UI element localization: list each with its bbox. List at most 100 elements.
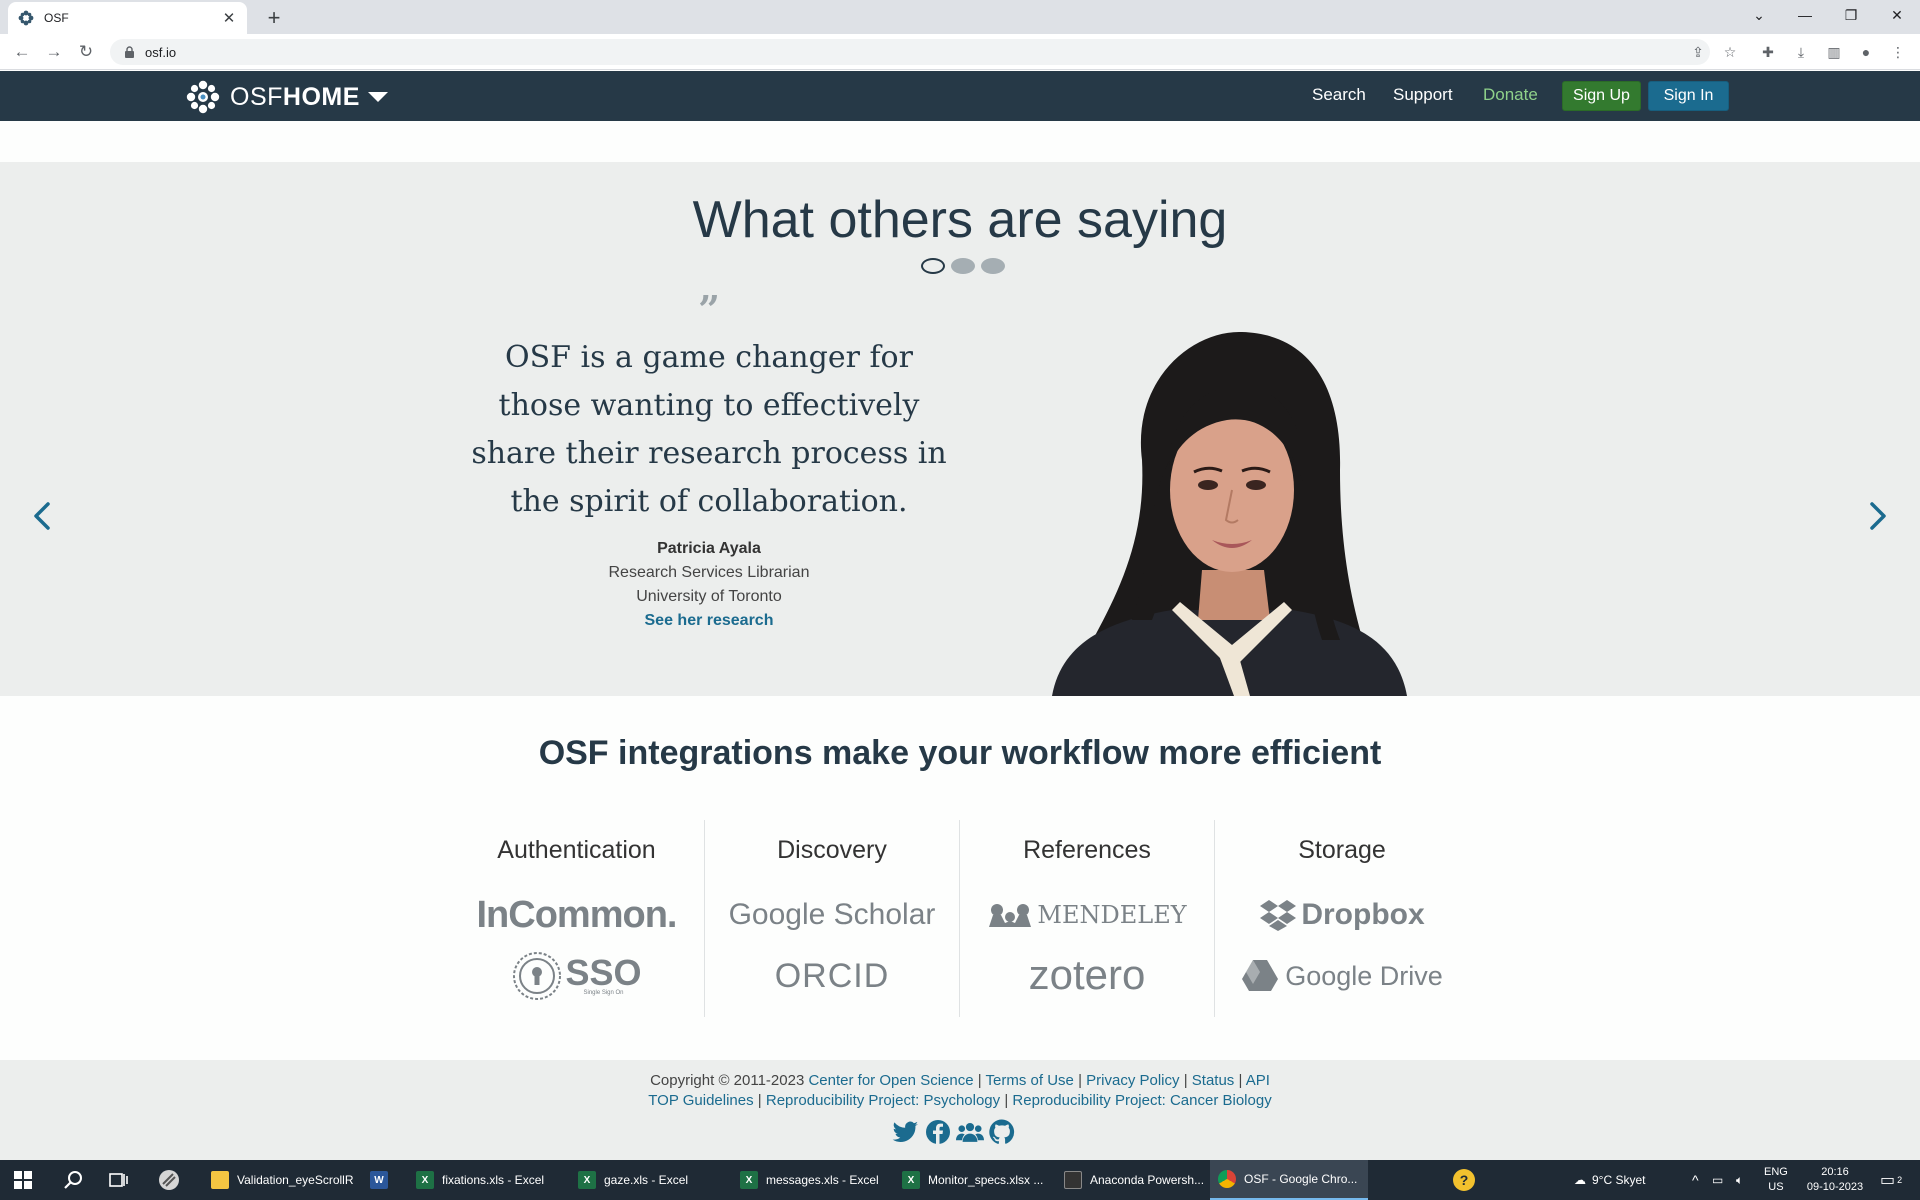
integrations-heading: OSF integrations make your workflow more… bbox=[538, 734, 1382, 772]
twitter-icon[interactable] bbox=[892, 1118, 920, 1146]
nav-donate-link[interactable]: Donate bbox=[1483, 85, 1538, 105]
taskbar-app-messages[interactable]: X messages.xls - Excel bbox=[732, 1160, 892, 1200]
integration-column-authentication: Authentication InCommon. SSO Single Sign… bbox=[449, 820, 704, 1017]
windows-taskbar: Validation_eyeScrollR W X fixations.xls … bbox=[0, 1160, 1920, 1200]
carousel-prev-icon[interactable] bbox=[28, 496, 58, 536]
osf-home-brand[interactable]: OSF HOME bbox=[186, 80, 388, 114]
windows-start-icon[interactable] bbox=[0, 1160, 46, 1200]
taskbar-app-fixations[interactable]: X fixations.xls - Excel bbox=[408, 1160, 568, 1200]
taskbar-app-label: Monitor_specs.xlsx ... bbox=[928, 1173, 1044, 1187]
taskbar-app-explorer[interactable]: Validation_eyeScrollR bbox=[203, 1160, 360, 1200]
side-panel-icon[interactable]: ▥ bbox=[1824, 42, 1844, 62]
tray-chevron-icon[interactable]: ^ bbox=[1692, 1160, 1699, 1200]
sso-subtext: Single Sign On bbox=[583, 990, 624, 996]
testimonial-name: Patricia Ayala bbox=[657, 540, 761, 557]
sign-in-button[interactable]: Sign In bbox=[1648, 81, 1729, 111]
word-icon: W bbox=[370, 1171, 388, 1189]
forward-icon[interactable]: → bbox=[40, 38, 68, 66]
rp-cancer-link[interactable]: Reproducibility Project: Cancer Biology bbox=[1012, 1092, 1271, 1109]
taskbar-app-gaze[interactable]: X gaze.xls - Excel bbox=[570, 1160, 730, 1200]
taskbar-app-anaconda[interactable]: Anaconda Powersh... bbox=[1056, 1160, 1216, 1200]
incommon-logo[interactable]: InCommon. bbox=[449, 890, 704, 940]
privacy-link[interactable]: Privacy Policy bbox=[1086, 1072, 1179, 1089]
reload-icon[interactable]: ↻ bbox=[72, 38, 100, 66]
profile-avatar-icon[interactable]: ● bbox=[1856, 42, 1876, 62]
google-drive-logo[interactable]: Google Drive bbox=[1215, 950, 1469, 1002]
api-link[interactable]: API bbox=[1246, 1072, 1270, 1089]
google-drive-icon bbox=[1242, 960, 1279, 991]
nav-support-link[interactable]: Support bbox=[1393, 85, 1453, 105]
search-icon[interactable] bbox=[50, 1160, 96, 1200]
network-icon[interactable]: ▭ bbox=[1712, 1160, 1723, 1200]
pinned-app-icon[interactable] bbox=[146, 1160, 192, 1200]
help-icon[interactable]: ? bbox=[1452, 1160, 1476, 1200]
lock-icon bbox=[124, 46, 135, 58]
dropbox-text: Dropbox bbox=[1301, 898, 1425, 931]
weather-widget[interactable]: ☁ 9°C Skyet bbox=[1574, 1160, 1645, 1200]
notifications-icon[interactable]: ▭ 2 bbox=[1880, 1160, 1902, 1200]
carousel-dot-2[interactable] bbox=[951, 258, 975, 274]
minimize-icon[interactable]: — bbox=[1782, 0, 1828, 30]
carousel-dot-1[interactable] bbox=[921, 258, 945, 274]
tab-close-icon[interactable]: ✕ bbox=[221, 9, 237, 27]
lang-text: ENG bbox=[1764, 1166, 1788, 1178]
caret-down-icon[interactable] bbox=[367, 92, 388, 102]
taskbar-app-label: messages.xls - Excel bbox=[766, 1173, 879, 1187]
facebook-icon[interactable] bbox=[924, 1118, 952, 1146]
top-guidelines-link[interactable]: TOP Guidelines bbox=[648, 1092, 753, 1109]
footer-separator: | bbox=[1183, 1072, 1188, 1089]
mendeley-logo[interactable]: MENDELEY bbox=[960, 890, 1214, 940]
google-scholar-logo[interactable]: Google Scholar bbox=[705, 890, 959, 940]
folder-icon bbox=[211, 1171, 229, 1189]
carousel-indicators bbox=[921, 258, 1011, 274]
clock[interactable]: 20:16 09-10-2023 bbox=[1800, 1160, 1870, 1200]
testimonial-quote: OSF is a game changer for those wanting … bbox=[471, 340, 947, 519]
taskbar-app-word[interactable]: W bbox=[362, 1160, 404, 1200]
carousel-next-icon[interactable] bbox=[1862, 496, 1892, 536]
notification-count: 2 bbox=[1897, 1175, 1903, 1185]
footer-separator: | bbox=[1078, 1072, 1082, 1089]
chrome-icon bbox=[1218, 1170, 1236, 1188]
taskbar-app-monitor-specs[interactable]: X Monitor_specs.xlsx ... bbox=[894, 1160, 1054, 1200]
share-icon[interactable]: ⇪ bbox=[1688, 42, 1708, 62]
testimonial-portrait bbox=[1052, 331, 1407, 696]
dropbox-logo[interactable]: Dropbox bbox=[1215, 890, 1469, 940]
restore-icon[interactable]: ❐ bbox=[1828, 0, 1874, 30]
sso-keyhole-icon bbox=[513, 952, 562, 1000]
column-title: Authentication bbox=[497, 836, 656, 864]
see-her-research-link[interactable]: See her research bbox=[468, 609, 950, 633]
address-bar[interactable]: osf.io bbox=[110, 39, 1710, 65]
task-view-icon[interactable] bbox=[96, 1160, 142, 1200]
cos-link[interactable]: Center for Open Science bbox=[808, 1072, 973, 1089]
testimonial-heading: What others are saying bbox=[692, 191, 1228, 249]
rp-psychology-link[interactable]: Reproducibility Project: Psychology bbox=[766, 1092, 1000, 1109]
back-icon[interactable]: ← bbox=[8, 38, 36, 66]
extensions-icon[interactable]: ✚ bbox=[1758, 42, 1778, 62]
tab-search-icon[interactable]: ⌄ bbox=[1736, 0, 1782, 30]
orcid-logo[interactable]: ORCID bbox=[705, 950, 959, 1002]
integration-column-references: References MENDELEY zotero bbox=[959, 820, 1214, 1017]
carousel-dot-3[interactable] bbox=[981, 258, 1005, 274]
zotero-logo[interactable]: zotero bbox=[960, 948, 1214, 1002]
status-link[interactable]: Status bbox=[1192, 1072, 1235, 1089]
browser-toolbar: ← → ↻ osf.io ⇪ ☆ ✚ ⤓ ▥ ● ⋮ bbox=[0, 34, 1920, 70]
sign-up-button[interactable]: Sign Up bbox=[1562, 81, 1641, 111]
terms-link[interactable]: Terms of Use bbox=[986, 1072, 1074, 1089]
sso-logo[interactable]: SSO Single Sign On bbox=[449, 948, 704, 1004]
taskbar-app-label: OSF - Google Chro... bbox=[1244, 1172, 1358, 1186]
testimonial-section: What others are saying ” OSF is a game c… bbox=[0, 162, 1920, 696]
group-icon[interactable] bbox=[956, 1118, 984, 1146]
column-title: Discovery bbox=[777, 836, 887, 864]
bookmark-star-icon[interactable]: ☆ bbox=[1720, 42, 1740, 62]
close-window-icon[interactable]: ✕ bbox=[1874, 0, 1920, 30]
integration-column-storage: Storage Dropbox Google Drive bbox=[1214, 820, 1469, 1017]
new-tab-button[interactable]: + bbox=[260, 4, 288, 32]
menu-kebab-icon[interactable]: ⋮ bbox=[1888, 42, 1908, 62]
taskbar-app-chrome[interactable]: OSF - Google Chro... bbox=[1210, 1160, 1368, 1200]
github-icon[interactable] bbox=[988, 1118, 1016, 1146]
volume-icon[interactable]: 🔈︎ bbox=[1736, 1160, 1743, 1200]
language-indicator[interactable]: ENG US bbox=[1764, 1160, 1788, 1200]
download-icon[interactable]: ⤓ bbox=[1791, 42, 1811, 62]
nav-search-link[interactable]: Search bbox=[1312, 85, 1366, 105]
browser-tab-osf[interactable]: OSF ✕ bbox=[8, 2, 247, 34]
